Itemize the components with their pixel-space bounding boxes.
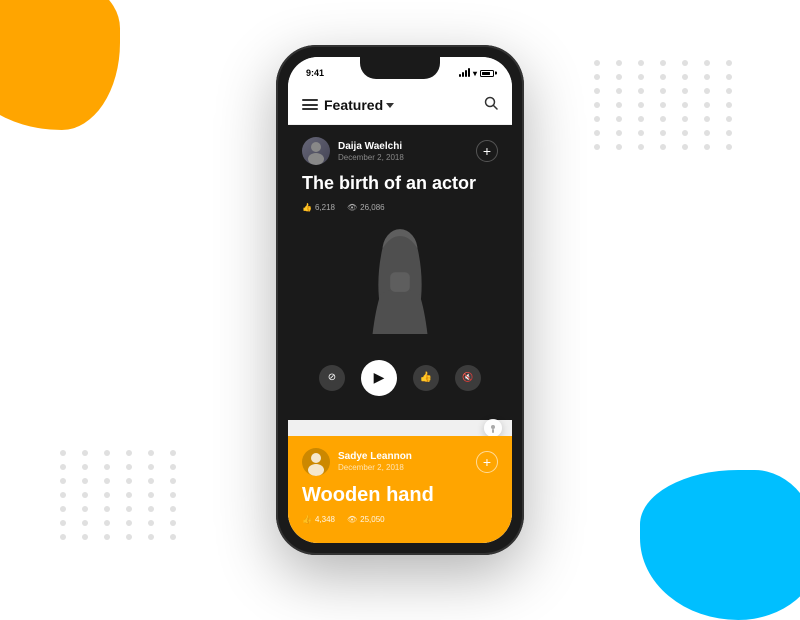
signal-bars [459, 69, 470, 77]
card-2-username: Sadye Leannon [338, 451, 412, 463]
battery-icon [480, 70, 494, 77]
search-button[interactable] [484, 96, 498, 113]
card-2-date: December 2, 2018 [338, 463, 412, 472]
thumb-up-icon-2: 👍 [302, 515, 312, 524]
header-title[interactable]: Featured [324, 97, 394, 113]
card-dark: Daija Waelchi December 2, 2018 + The bir… [288, 125, 512, 420]
card-2-user-details: Sadye Leannon December 2, 2018 [338, 451, 412, 472]
blob-orange [0, 0, 120, 130]
person-silhouette [302, 220, 498, 350]
card-2-add-button[interactable]: + [476, 451, 498, 473]
card-1-user-info: Daija Waelchi December 2, 2018 [302, 137, 404, 165]
card-2-views: 👁 25,050 [347, 515, 385, 524]
card-2-avatar [302, 448, 330, 476]
wifi-icon: ▾ [473, 69, 477, 78]
play-button[interactable]: ▶ [361, 360, 397, 396]
mute-button[interactable]: 🔇 [455, 365, 481, 391]
card-2-title: Wooden hand [302, 484, 498, 507]
dot-pattern-bottom-left: const dbl = document.querySelector('.dot… [60, 450, 184, 540]
card-1-likes: 👍 6,218 [302, 203, 335, 212]
card-1-avatar [302, 137, 330, 165]
card-1-title: The birth of an actor [302, 173, 498, 195]
app-header: Featured [288, 85, 512, 125]
hamburger-line-3 [302, 108, 318, 110]
card-2-likes: 👍 4,348 [302, 515, 335, 524]
card-2-user-info: Sadye Leannon December 2, 2018 [302, 448, 412, 476]
header-left: Featured [302, 97, 394, 113]
signal-bar-2 [462, 72, 464, 77]
signal-bar-4 [468, 68, 470, 77]
card-1-date: December 2, 2018 [338, 153, 404, 162]
scroll-indicator [484, 419, 502, 437]
signal-bar-1 [459, 74, 461, 77]
status-right: ▾ [459, 69, 494, 78]
card-1-views: 👁 26,086 [347, 203, 385, 212]
wooden-hand-illustration [340, 537, 460, 543]
card-1-stats: 👍 6,218 👁 26,086 [302, 203, 498, 212]
no-symbol-button[interactable]: ⊘ [319, 365, 345, 391]
player-controls: ⊘ ▶ 👍 🔇 [302, 350, 498, 408]
chevron-down-icon [386, 103, 394, 108]
phone-screen: 9:41 ▾ [288, 57, 512, 543]
phone-frame: 9:41 ▾ [276, 45, 524, 555]
card-2-image [302, 532, 498, 543]
card-1-user-details: Daija Waelchi December 2, 2018 [338, 141, 404, 162]
card-1-add-button[interactable]: + [476, 140, 498, 162]
hamburger-line-1 [302, 99, 318, 101]
card-1-image [302, 220, 498, 350]
phone-notch [360, 57, 440, 79]
eye-icon: 👁 [347, 203, 357, 212]
card-2-header: Sadye Leannon December 2, 2018 + [302, 448, 498, 476]
hamburger-line-2 [302, 104, 318, 106]
thumb-up-icon: 👍 [302, 203, 312, 212]
signal-bar-3 [465, 70, 467, 77]
status-time: 9:41 [306, 68, 324, 78]
scroll-content: Daija Waelchi December 2, 2018 + The bir… [288, 125, 512, 543]
hamburger-icon[interactable] [302, 99, 318, 110]
card-2-stats: 👍 4,348 👁 25,050 [302, 515, 498, 524]
card-orange: Sadye Leannon December 2, 2018 + Wooden … [288, 436, 512, 543]
card-divider [288, 420, 512, 436]
blob-cyan [640, 470, 800, 620]
eye-icon-2: 👁 [347, 515, 357, 524]
card-1-header: Daija Waelchi December 2, 2018 + [302, 137, 498, 165]
card-1-username: Daija Waelchi [338, 141, 404, 153]
battery-fill [482, 72, 490, 75]
like-button[interactable]: 👍 [413, 365, 439, 391]
dot-pattern-top-right: const dtl = document.querySelector('.dot… [594, 60, 740, 150]
